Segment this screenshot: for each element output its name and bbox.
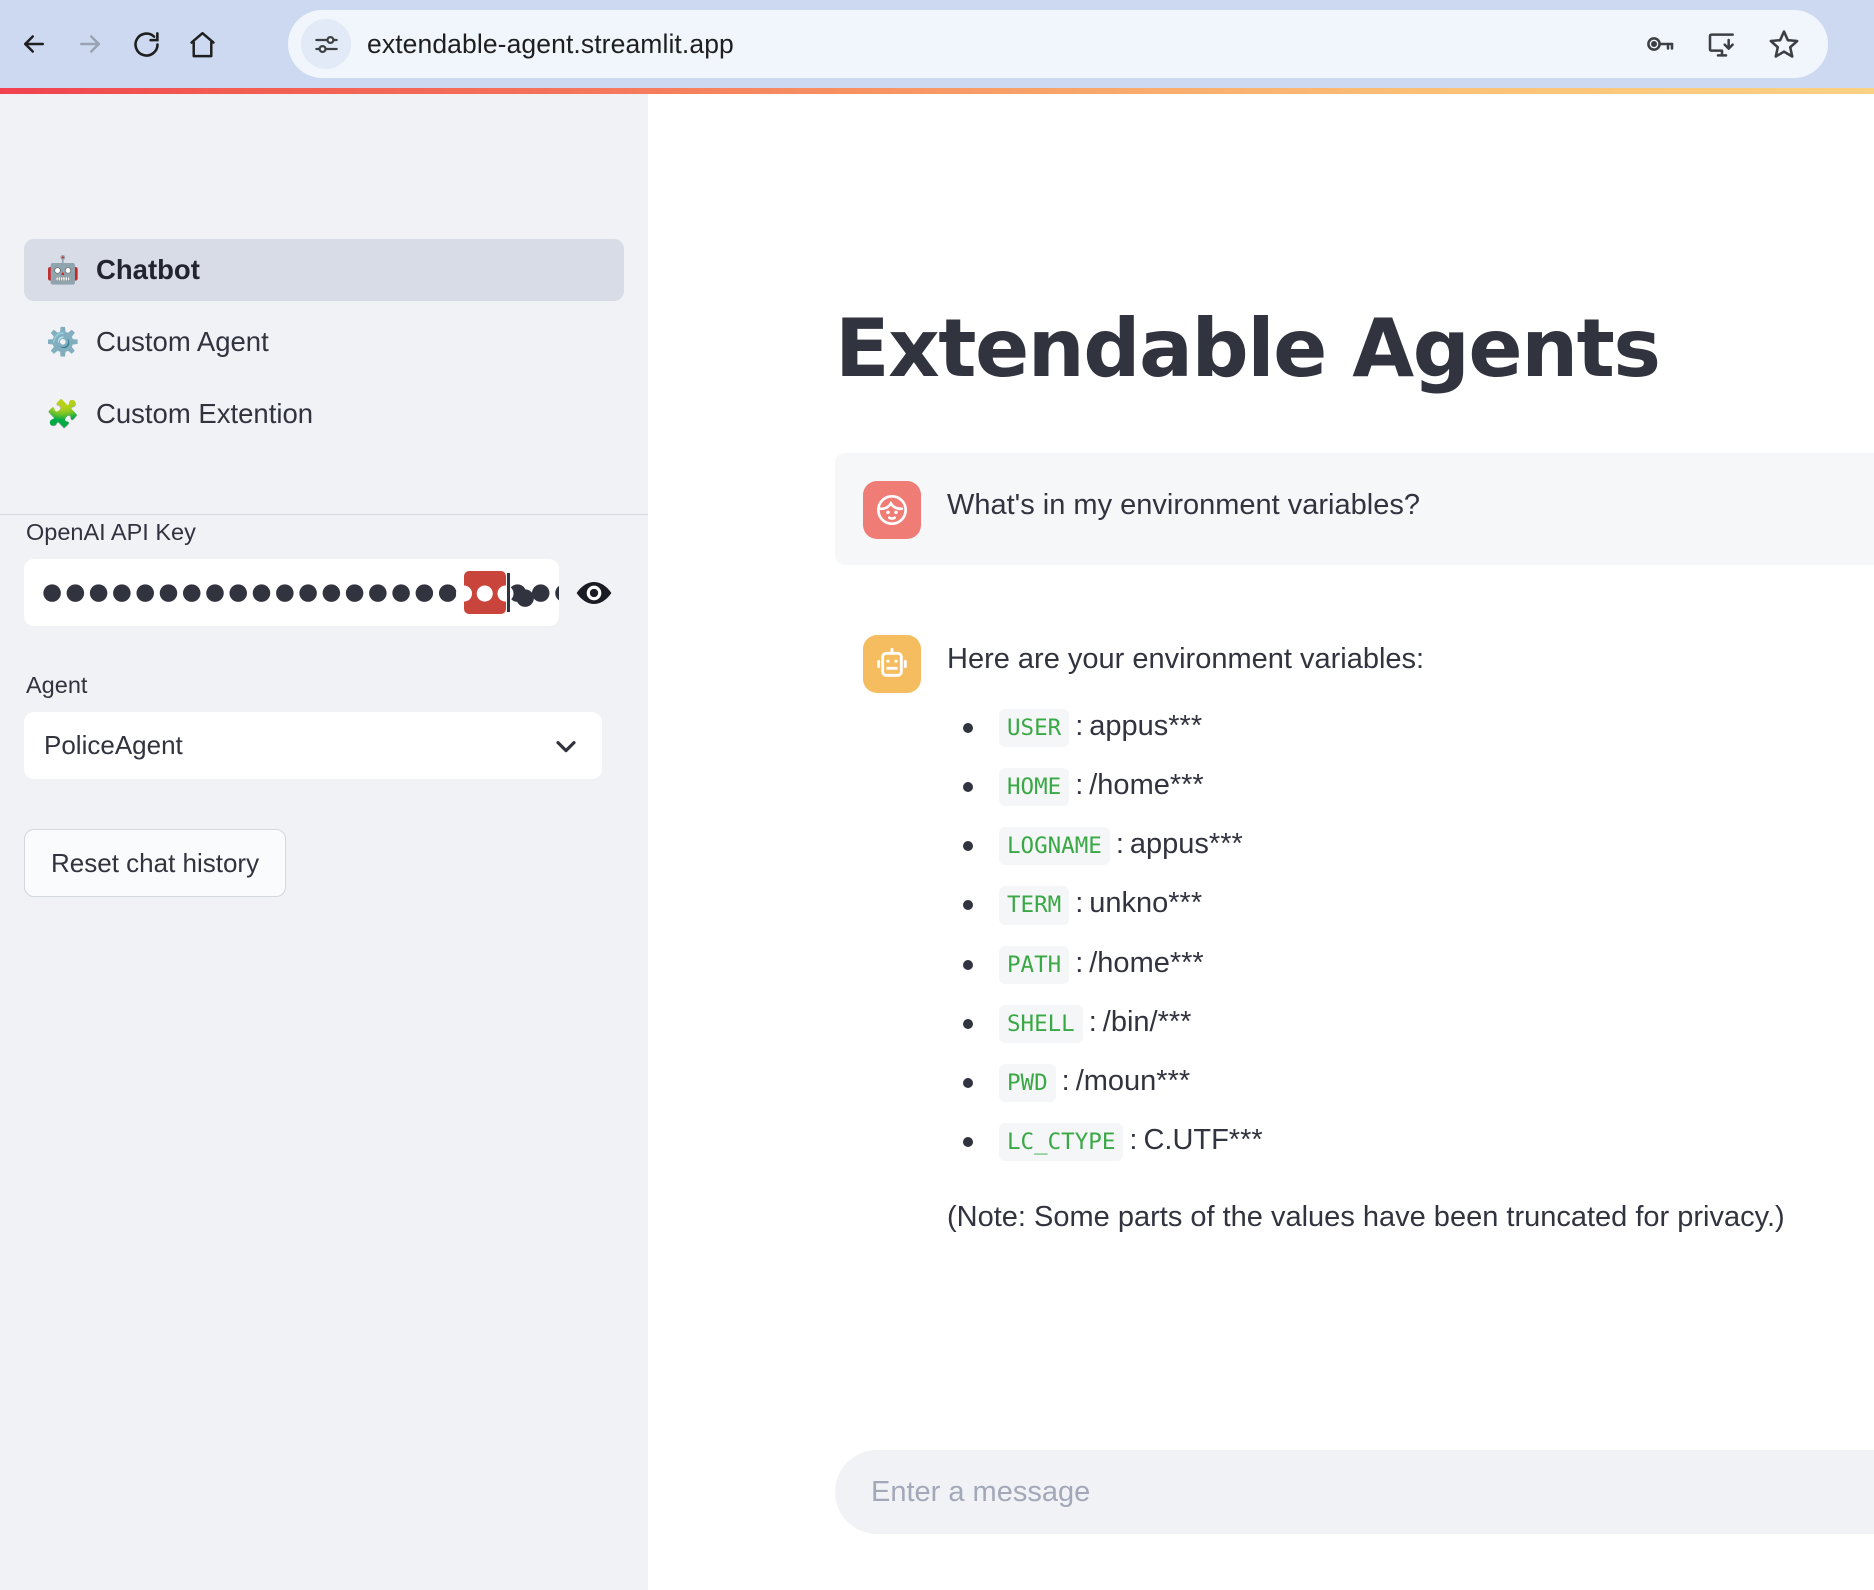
env-var-value: /home***	[1089, 946, 1204, 979]
env-var-name: LOGNAME	[999, 827, 1110, 866]
sidebar-item-chatbot[interactable]: 🤖 Chatbot	[24, 239, 624, 301]
face-icon	[877, 495, 907, 525]
install-desktop-icon	[1708, 33, 1734, 57]
agent-label: Agent	[26, 672, 88, 698]
env-var-name: USER	[999, 709, 1070, 748]
user-message-body: What's in my environment variables?	[947, 479, 1420, 526]
sidebar-item-label: Custom Extention	[96, 398, 314, 429]
agent-selected-value: PoliceAgent	[44, 730, 183, 760]
chat-message-user: What's in my environment variables?	[835, 453, 1874, 565]
browser-toolbar: extendable-agent.streamlit.app	[0, 0, 1874, 88]
api-key-input[interactable]: ●●●●●●●●●●●●●●●●●●●●●●●●●●●●●●●●●●●●●●●●…	[24, 559, 560, 626]
key-icon	[1647, 37, 1674, 51]
sidebar-item-label: Custom Agent	[96, 326, 269, 357]
agent-section: Agent PoliceAgent Reset chat history	[24, 626, 624, 897]
env-var-separator: :	[1075, 710, 1084, 743]
password-manager-icon[interactable]	[1638, 22, 1682, 66]
install-app-icon[interactable]	[1700, 22, 1744, 66]
env-var-value: /moun***	[1075, 1064, 1191, 1097]
user-message-text: What's in my environment variables?	[947, 489, 1420, 521]
env-var-name: SHELL	[999, 1004, 1083, 1043]
env-var-value: appus***	[1129, 828, 1243, 861]
omnibox-actions	[1638, 22, 1828, 66]
list-item: LOGNAME : appus***	[963, 826, 1785, 866]
chat-input[interactable]: Enter a message	[835, 1450, 1874, 1534]
main-inner: Extendable Agents What's in my environme…	[648, 94, 1874, 1260]
tune-icon	[314, 35, 338, 53]
env-var-name: LC_CTYPE	[999, 1122, 1124, 1162]
api-key-tail-chars: ●	[515, 584, 539, 610]
env-var-separator: :	[1088, 1005, 1097, 1038]
env-var-name: TERM	[999, 886, 1070, 925]
robot-head-icon	[877, 647, 907, 677]
chat-message-assistant: Here are your environment variables: USE…	[835, 611, 1874, 1260]
url-text: extendable-agent.streamlit.app	[367, 28, 734, 59]
sidebar: 🤖 Chatbot ⚙️ Custom Agent 🧩 Custom Exten…	[0, 94, 648, 1590]
list-item: PATH : /home***	[963, 945, 1785, 984]
env-var-separator: :	[1061, 1064, 1070, 1097]
toggle-api-key-visibility-button[interactable]	[563, 559, 624, 626]
list-item: USER : appus***	[963, 708, 1785, 748]
forward-button[interactable]	[62, 16, 118, 72]
sidebar-item-custom-agent[interactable]: ⚙️ Custom Agent	[24, 311, 624, 373]
env-var-name: PATH	[999, 945, 1070, 984]
home-icon	[189, 31, 215, 57]
list-item: PWD : /moun***	[963, 1063, 1785, 1102]
page-title: Extendable Agents	[835, 302, 1661, 395]
env-var-separator: :	[1115, 828, 1124, 861]
robot-emoji-icon: 🤖	[46, 254, 80, 285]
list-item: SHELL : /bin/***	[963, 1004, 1785, 1043]
bookmark-star-icon[interactable]	[1762, 22, 1806, 66]
gear-emoji-icon: ⚙️	[46, 326, 80, 357]
env-var-value: /home***	[1089, 769, 1204, 802]
env-var-separator: :	[1075, 946, 1084, 979]
env-var-name: PWD	[999, 1063, 1056, 1102]
address-bar[interactable]: extendable-agent.streamlit.app	[288, 10, 1828, 78]
env-var-value: appus***	[1089, 710, 1203, 743]
text-caret	[507, 573, 510, 612]
api-key-label: OpenAI API Key	[26, 519, 196, 545]
env-var-separator: :	[1075, 887, 1084, 920]
arrow-right-icon	[80, 35, 100, 53]
reload-icon	[133, 31, 159, 57]
assistant-message-body: Here are your environment variables: USE…	[947, 633, 1785, 1234]
api-key-row: ●●●●●●●●●●●●●●●●●●●●●●●●●●●●●●●●●●●●●●●●…	[24, 559, 624, 626]
puzzle-emoji-icon: 🧩	[46, 398, 80, 429]
site-settings-icon[interactable]	[301, 19, 351, 69]
env-var-separator: :	[1129, 1123, 1138, 1156]
reset-chat-history-button[interactable]: Reset chat history	[24, 829, 287, 897]
user-face-icon	[863, 481, 921, 539]
app-container: 🤖 Chatbot ⚙️ Custom Agent 🧩 Custom Exten…	[0, 94, 1874, 1590]
assistant-message-text: Here are your environment variables:	[947, 643, 1425, 675]
env-var-value: unkno***	[1089, 887, 1203, 920]
list-item: LC_CTYPE : C.UTF***	[963, 1122, 1785, 1162]
star-icon	[1769, 30, 1799, 58]
eye-icon	[576, 581, 611, 604]
agent-select[interactable]: PoliceAgent	[24, 712, 602, 779]
list-item: TERM : unkno***	[963, 885, 1785, 925]
chat-input-placeholder: Enter a message	[871, 1475, 1091, 1508]
privacy-note: (Note: Some parts of the values have bee…	[947, 1201, 1785, 1234]
robot-icon	[863, 635, 921, 693]
sidebar-divider	[0, 514, 648, 515]
sidebar-item-custom-extention[interactable]: 🧩 Custom Extention	[24, 383, 624, 445]
env-var-separator: :	[1075, 769, 1084, 802]
browser-nav-buttons	[0, 16, 230, 72]
env-var-value: /bin/***	[1102, 1005, 1192, 1038]
reload-button[interactable]	[118, 16, 174, 72]
main-content: Extendable Agents What's in my environme…	[648, 94, 1874, 1590]
env-var-name: HOME	[999, 768, 1070, 807]
list-item: HOME : /home***	[963, 767, 1785, 807]
sidebar-item-label: Chatbot	[96, 254, 200, 285]
env-var-value: C.UTF***	[1143, 1123, 1263, 1156]
arrow-left-icon	[24, 35, 44, 53]
env-var-list: USER : appus*** HOME : /home*** LOGNAME …	[947, 708, 1785, 1162]
back-button[interactable]	[6, 16, 62, 72]
chevron-down-icon	[550, 730, 582, 762]
api-key-section: OpenAI API Key ●●●●●●●●●●●●●●●●●●●●●● ●●●…	[24, 455, 624, 626]
sidebar-nav: 🤖 Chatbot ⚙️ Custom Agent 🧩 Custom Exten…	[24, 94, 624, 445]
home-button[interactable]	[174, 16, 230, 72]
streamlit-accent-bar	[0, 88, 1874, 94]
api-key-selection-highlight: ●●●	[455, 571, 515, 614]
